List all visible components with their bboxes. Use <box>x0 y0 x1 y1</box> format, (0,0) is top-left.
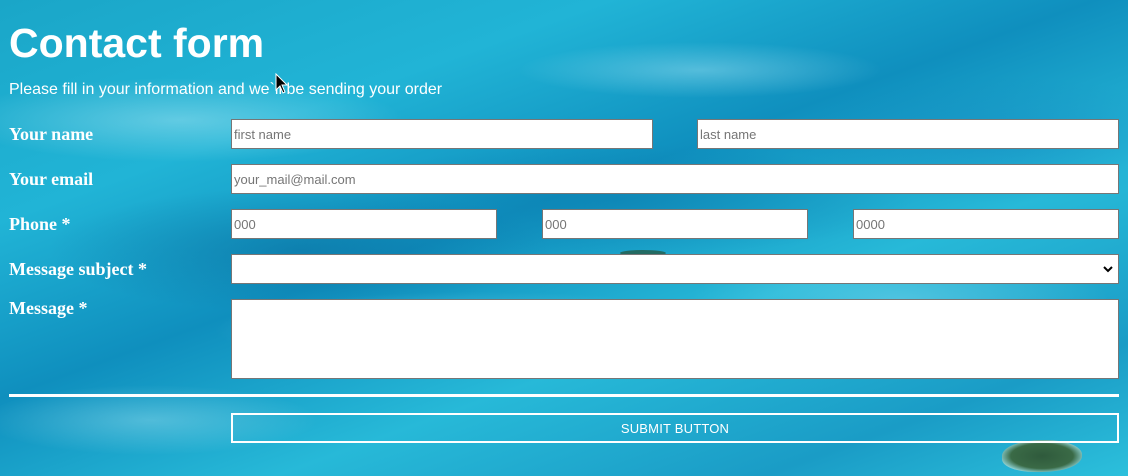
phone-area-code-input[interactable] <box>231 209 497 239</box>
last-name-input[interactable] <box>697 119 1119 149</box>
phone-label: Phone * <box>9 214 71 234</box>
subject-label: Message subject * <box>9 259 147 279</box>
page-subtitle: Please fill in your information and we`l… <box>9 81 443 98</box>
phone-line-number-input[interactable] <box>853 209 1119 239</box>
island-shape <box>1002 440 1082 472</box>
email-input[interactable] <box>231 164 1119 194</box>
phone-prefix-input[interactable] <box>542 209 808 239</box>
page-title: Contact form <box>9 20 265 66</box>
form-divider <box>9 394 1119 397</box>
email-label: Your email <box>9 169 94 189</box>
subject-select[interactable] <box>231 254 1119 284</box>
message-label: Message * <box>9 298 88 318</box>
submit-button[interactable]: SUBMIT BUTTON <box>231 413 1119 443</box>
mouse-pointer-icon <box>275 73 289 94</box>
name-label: Your name <box>9 124 94 144</box>
message-textarea[interactable] <box>231 299 1119 379</box>
first-name-input[interactable] <box>231 119 653 149</box>
